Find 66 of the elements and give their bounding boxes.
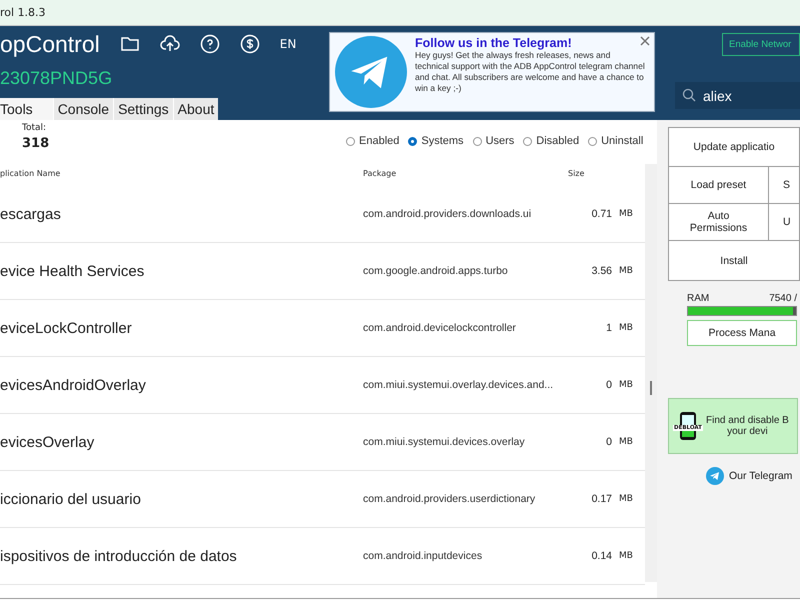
- dollar-icon[interactable]: [240, 34, 260, 54]
- package-cell-text: com.android.providers.userdictionary: [363, 493, 536, 505]
- size-cell-text: 0.14: [590, 550, 612, 562]
- filter-radio[interactable]: Disabled: [523, 135, 580, 147]
- column-header: Package: [363, 168, 398, 178]
- tab[interactable]: Tools: [0, 98, 53, 120]
- package-cell-text: com.android.devicelockcontroller: [363, 322, 517, 334]
- ram-label: RAM: [687, 293, 710, 304]
- total-count: 318: [22, 136, 50, 151]
- package-cell-text: com.miui.systemui.overlay.devices.and...: [363, 379, 554, 391]
- total-label: Total:: [22, 123, 48, 133]
- app-name-cell-text: ispositivos de introducción de datos: [0, 548, 238, 564]
- package-cell-text: com.android.providers.downloads.ui: [363, 208, 532, 220]
- telegram-icon: [335, 36, 407, 108]
- package-cell-text: com.google.android.apps.turbo: [363, 265, 509, 277]
- app-name-cell-text: evicesAndroidOverlay: [0, 376, 147, 394]
- size-unit: MB: [619, 551, 633, 561]
- filter-radio[interactable]: Enabled: [346, 135, 400, 147]
- search-icon: [682, 88, 696, 102]
- ram-reading: 7540 /: [769, 293, 797, 304]
- size-unit: MB: [619, 380, 633, 390]
- app-name-cell-text: escargas: [0, 206, 62, 222]
- size-cell-text: 0.71: [590, 208, 612, 220]
- size-unit: MB: [619, 323, 633, 333]
- column-header: Size: [568, 168, 586, 178]
- scrollbar[interactable]: [645, 164, 657, 582]
- action-button[interactable]: Auto Permissions: [669, 204, 769, 241]
- filter-radio[interactable]: Users: [472, 135, 514, 147]
- size-cell-text: 1: [605, 322, 612, 334]
- search-field[interactable]: aliex: [675, 82, 800, 109]
- enable-network-button[interactable]: Enable Networ: [722, 33, 800, 56]
- size-unit: MB: [619, 494, 633, 504]
- size-unit: MB: [619, 266, 633, 276]
- help-icon[interactable]: [200, 34, 220, 54]
- filter-radio[interactable]: Systems: [408, 135, 464, 147]
- action-button[interactable]: Load preset: [669, 167, 769, 204]
- cloud-upload-icon[interactable]: [160, 34, 180, 54]
- column-header: plication Name: [0, 168, 62, 178]
- device-id: 23078PND5G: [0, 66, 114, 90]
- telegram-link[interactable]: Our Telegram: [706, 467, 792, 485]
- package-cell-text: com.miui.systemui.devices.overlay: [363, 436, 526, 448]
- tab[interactable]: About: [172, 98, 218, 120]
- banner-text: Hey guys! Get the always fresh releases, news and technical support with the ADB AppControl telegram channel and chat. All subscribers are welcome and have a chance to win a key ;-): [415, 50, 645, 94]
- process-manager-button[interactable]: Process Mana: [687, 320, 797, 346]
- close-icon[interactable]: [640, 36, 650, 46]
- debloat-text: Find and disable B your devi: [706, 415, 789, 437]
- language-selector[interactable]: EN: [280, 37, 296, 51]
- size-cell-text: 0.17: [590, 493, 612, 505]
- app-name-cell-text: eviceLockController: [0, 320, 133, 336]
- size-cell-text: 0: [605, 379, 612, 391]
- banner-title: Follow us in the Telegram!: [415, 36, 573, 50]
- size-unit: MB: [619, 209, 633, 219]
- size-cell-text: 0: [605, 436, 612, 448]
- app-name: opControl: [0, 30, 100, 58]
- package-cell-text: com.android.inputdevices: [363, 550, 484, 562]
- window-title: rol 1.8.3: [0, 6, 46, 19]
- tab[interactable]: Settings: [113, 98, 173, 120]
- size-cell-text: 3.56: [590, 265, 612, 277]
- tab[interactable]: Console: [52, 98, 114, 120]
- filter-radio[interactable]: Uninstall: [588, 135, 644, 147]
- telegram-icon: [706, 467, 724, 485]
- app-name-cell-text: evice Health Services: [0, 262, 146, 280]
- app-name-cell-text: iccionario del usuario: [0, 490, 142, 508]
- app-name-cell-text: evicesOverlay: [0, 434, 96, 450]
- telegram-banner[interactable]: [329, 32, 655, 112]
- size-unit: MB: [619, 437, 633, 447]
